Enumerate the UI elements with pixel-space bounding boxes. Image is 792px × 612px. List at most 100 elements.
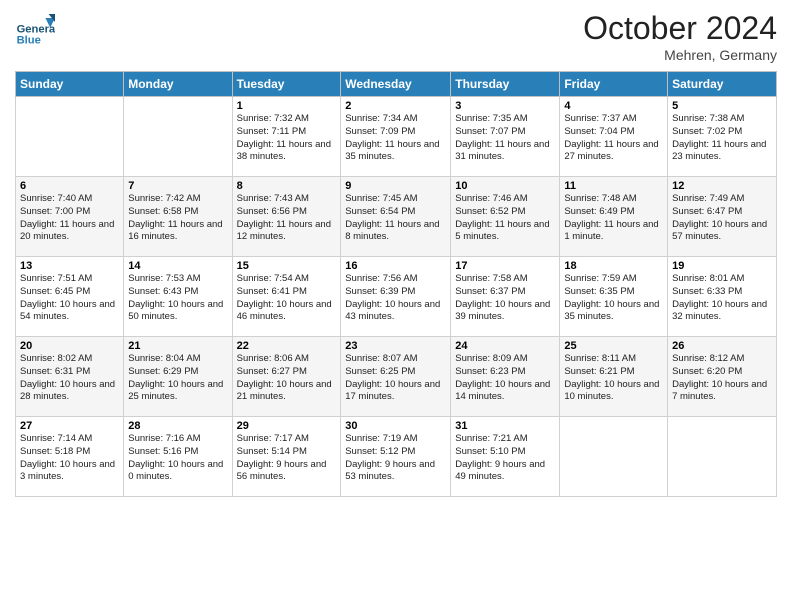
- col-monday: Monday: [124, 72, 232, 97]
- day-info: Sunrise: 7:17 AMSunset: 5:14 PMDaylight:…: [237, 433, 337, 484]
- day-number: 9: [345, 180, 446, 192]
- calendar-cell: 12Sunrise: 7:49 AMSunset: 6:47 PMDayligh…: [668, 177, 777, 257]
- day-number: 15: [237, 260, 337, 272]
- day-info: Sunrise: 7:54 AMSunset: 6:41 PMDaylight:…: [237, 273, 337, 324]
- day-info: Sunrise: 7:21 AMSunset: 5:10 PMDaylight:…: [455, 433, 555, 484]
- day-info: Sunrise: 7:48 AMSunset: 6:49 PMDaylight:…: [564, 193, 663, 244]
- day-number: 18: [564, 260, 663, 272]
- day-number: 13: [20, 260, 119, 272]
- calendar-cell: 23Sunrise: 8:07 AMSunset: 6:25 PMDayligh…: [341, 337, 451, 417]
- calendar-cell: 5Sunrise: 7:38 AMSunset: 7:02 PMDaylight…: [668, 97, 777, 177]
- day-number: 21: [128, 340, 227, 352]
- calendar-cell: 21Sunrise: 8:04 AMSunset: 6:29 PMDayligh…: [124, 337, 232, 417]
- calendar-cell: 3Sunrise: 7:35 AMSunset: 7:07 PMDaylight…: [451, 97, 560, 177]
- calendar-cell: 18Sunrise: 7:59 AMSunset: 6:35 PMDayligh…: [560, 257, 668, 337]
- day-info: Sunrise: 7:14 AMSunset: 5:18 PMDaylight:…: [20, 433, 119, 484]
- calendar-cell: 17Sunrise: 7:58 AMSunset: 6:37 PMDayligh…: [451, 257, 560, 337]
- day-number: 30: [345, 420, 446, 432]
- day-number: 23: [345, 340, 446, 352]
- calendar-week-1: 6Sunrise: 7:40 AMSunset: 7:00 PMDaylight…: [16, 177, 777, 257]
- calendar-cell: 1Sunrise: 7:32 AMSunset: 7:11 PMDaylight…: [232, 97, 341, 177]
- calendar-week-2: 13Sunrise: 7:51 AMSunset: 6:45 PMDayligh…: [16, 257, 777, 337]
- day-number: 6: [20, 180, 119, 192]
- day-info: Sunrise: 7:49 AMSunset: 6:47 PMDaylight:…: [672, 193, 772, 244]
- day-info: Sunrise: 8:04 AMSunset: 6:29 PMDaylight:…: [128, 353, 227, 404]
- col-sunday: Sunday: [16, 72, 124, 97]
- calendar-table: Sunday Monday Tuesday Wednesday Thursday…: [15, 71, 777, 497]
- page: General Blue October 2024 Mehren, German…: [0, 0, 792, 612]
- calendar-cell: 8Sunrise: 7:43 AMSunset: 6:56 PMDaylight…: [232, 177, 341, 257]
- calendar-cell: [560, 417, 668, 497]
- title-block: October 2024 Mehren, Germany: [583, 10, 777, 63]
- day-number: 5: [672, 100, 772, 112]
- day-info: Sunrise: 7:59 AMSunset: 6:35 PMDaylight:…: [564, 273, 663, 324]
- day-number: 27: [20, 420, 119, 432]
- day-info: Sunrise: 8:09 AMSunset: 6:23 PMDaylight:…: [455, 353, 555, 404]
- calendar-cell: 31Sunrise: 7:21 AMSunset: 5:10 PMDayligh…: [451, 417, 560, 497]
- calendar-cell: 11Sunrise: 7:48 AMSunset: 6:49 PMDayligh…: [560, 177, 668, 257]
- calendar-cell: 10Sunrise: 7:46 AMSunset: 6:52 PMDayligh…: [451, 177, 560, 257]
- logo: General Blue: [15, 10, 60, 50]
- calendar-cell: 22Sunrise: 8:06 AMSunset: 6:27 PMDayligh…: [232, 337, 341, 417]
- location-subtitle: Mehren, Germany: [583, 47, 777, 63]
- calendar-cell: 25Sunrise: 8:11 AMSunset: 6:21 PMDayligh…: [560, 337, 668, 417]
- day-number: 10: [455, 180, 555, 192]
- day-info: Sunrise: 7:16 AMSunset: 5:16 PMDaylight:…: [128, 433, 227, 484]
- calendar-cell: 4Sunrise: 7:37 AMSunset: 7:04 PMDaylight…: [560, 97, 668, 177]
- calendar-cell: 20Sunrise: 8:02 AMSunset: 6:31 PMDayligh…: [16, 337, 124, 417]
- day-number: 26: [672, 340, 772, 352]
- day-number: 8: [237, 180, 337, 192]
- day-info: Sunrise: 8:11 AMSunset: 6:21 PMDaylight:…: [564, 353, 663, 404]
- calendar-cell: 28Sunrise: 7:16 AMSunset: 5:16 PMDayligh…: [124, 417, 232, 497]
- day-info: Sunrise: 7:46 AMSunset: 6:52 PMDaylight:…: [455, 193, 555, 244]
- month-title: October 2024: [583, 10, 777, 47]
- day-number: 11: [564, 180, 663, 192]
- calendar-cell: 7Sunrise: 7:42 AMSunset: 6:58 PMDaylight…: [124, 177, 232, 257]
- day-number: 24: [455, 340, 555, 352]
- day-info: Sunrise: 7:34 AMSunset: 7:09 PMDaylight:…: [345, 113, 446, 164]
- day-info: Sunrise: 7:37 AMSunset: 7:04 PMDaylight:…: [564, 113, 663, 164]
- svg-text:Blue: Blue: [17, 35, 41, 47]
- col-wednesday: Wednesday: [341, 72, 451, 97]
- calendar-week-3: 20Sunrise: 8:02 AMSunset: 6:31 PMDayligh…: [16, 337, 777, 417]
- calendar-cell: 30Sunrise: 7:19 AMSunset: 5:12 PMDayligh…: [341, 417, 451, 497]
- calendar-cell: [668, 417, 777, 497]
- day-number: 25: [564, 340, 663, 352]
- day-info: Sunrise: 7:51 AMSunset: 6:45 PMDaylight:…: [20, 273, 119, 324]
- day-number: 20: [20, 340, 119, 352]
- day-number: 4: [564, 100, 663, 112]
- day-number: 7: [128, 180, 227, 192]
- col-saturday: Saturday: [668, 72, 777, 97]
- calendar-cell: 9Sunrise: 7:45 AMSunset: 6:54 PMDaylight…: [341, 177, 451, 257]
- calendar-cell: 6Sunrise: 7:40 AMSunset: 7:00 PMDaylight…: [16, 177, 124, 257]
- day-number: 29: [237, 420, 337, 432]
- day-info: Sunrise: 7:42 AMSunset: 6:58 PMDaylight:…: [128, 193, 227, 244]
- calendar-cell: 16Sunrise: 7:56 AMSunset: 6:39 PMDayligh…: [341, 257, 451, 337]
- day-info: Sunrise: 8:02 AMSunset: 6:31 PMDaylight:…: [20, 353, 119, 404]
- day-info: Sunrise: 7:43 AMSunset: 6:56 PMDaylight:…: [237, 193, 337, 244]
- day-info: Sunrise: 8:07 AMSunset: 6:25 PMDaylight:…: [345, 353, 446, 404]
- day-info: Sunrise: 7:53 AMSunset: 6:43 PMDaylight:…: [128, 273, 227, 324]
- col-thursday: Thursday: [451, 72, 560, 97]
- day-number: 14: [128, 260, 227, 272]
- col-tuesday: Tuesday: [232, 72, 341, 97]
- day-info: Sunrise: 7:56 AMSunset: 6:39 PMDaylight:…: [345, 273, 446, 324]
- day-info: Sunrise: 8:06 AMSunset: 6:27 PMDaylight:…: [237, 353, 337, 404]
- day-info: Sunrise: 7:32 AMSunset: 7:11 PMDaylight:…: [237, 113, 337, 164]
- day-info: Sunrise: 7:40 AMSunset: 7:00 PMDaylight:…: [20, 193, 119, 244]
- calendar-cell: [124, 97, 232, 177]
- day-info: Sunrise: 7:35 AMSunset: 7:07 PMDaylight:…: [455, 113, 555, 164]
- calendar-cell: 24Sunrise: 8:09 AMSunset: 6:23 PMDayligh…: [451, 337, 560, 417]
- calendar-cell: 26Sunrise: 8:12 AMSunset: 6:20 PMDayligh…: [668, 337, 777, 417]
- day-info: Sunrise: 7:19 AMSunset: 5:12 PMDaylight:…: [345, 433, 446, 484]
- calendar-header-row: Sunday Monday Tuesday Wednesday Thursday…: [16, 72, 777, 97]
- calendar-week-0: 1Sunrise: 7:32 AMSunset: 7:11 PMDaylight…: [16, 97, 777, 177]
- day-number: 22: [237, 340, 337, 352]
- col-friday: Friday: [560, 72, 668, 97]
- calendar-cell: 15Sunrise: 7:54 AMSunset: 6:41 PMDayligh…: [232, 257, 341, 337]
- calendar-cell: 2Sunrise: 7:34 AMSunset: 7:09 PMDaylight…: [341, 97, 451, 177]
- calendar-cell: 14Sunrise: 7:53 AMSunset: 6:43 PMDayligh…: [124, 257, 232, 337]
- day-info: Sunrise: 7:38 AMSunset: 7:02 PMDaylight:…: [672, 113, 772, 164]
- calendar-cell: 13Sunrise: 7:51 AMSunset: 6:45 PMDayligh…: [16, 257, 124, 337]
- day-number: 12: [672, 180, 772, 192]
